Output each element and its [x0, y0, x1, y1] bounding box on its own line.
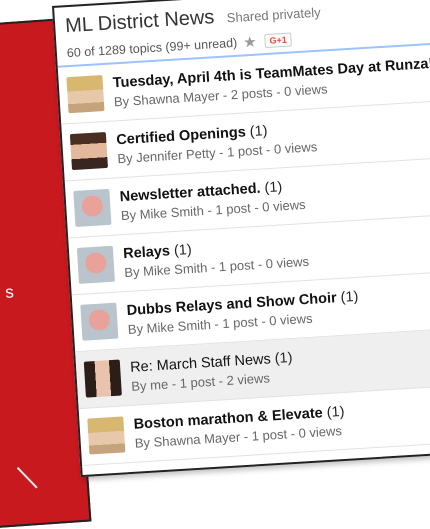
author-avatar[interactable]	[66, 75, 105, 114]
author-avatar[interactable]	[73, 188, 112, 227]
topic-text: Boston marathon & Elevate (1) By Shawna Ma…	[133, 404, 346, 451]
topic-post-count: (1)	[274, 349, 293, 368]
author-avatar[interactable]	[76, 245, 115, 284]
topic-post-count: (1)	[173, 241, 193, 259]
topic-post-count: (1)	[249, 123, 268, 141]
topic-text: Certified Openings (1) By Jennifer Petty -…	[116, 120, 318, 166]
topic-post-count: (1)	[264, 179, 283, 197]
background-card-text: s	[4, 282, 15, 302]
topic-text: Newsletter attached. (1) By Mike Smith - 1…	[119, 178, 306, 223]
topic-text: Re: March Staff News (1) By me - 1 post - …	[130, 350, 294, 394]
author-avatar[interactable]	[69, 131, 108, 171]
author-avatar[interactable]	[87, 416, 126, 455]
author-avatar[interactable]	[80, 302, 119, 341]
star-icon[interactable]: ★	[243, 33, 257, 52]
sharing-status: Shared privately	[226, 4, 322, 26]
background-card-decoration	[16, 467, 38, 489]
group-title[interactable]: ML District News	[65, 6, 215, 37]
topic-subject[interactable]: Relays	[123, 243, 171, 262]
topic-text: Tuesday, April 4th is TeamMates Day at R…	[112, 56, 430, 110]
topic-text: Dubbs Relays and Show Choir (1) By Mike Sm…	[126, 289, 360, 337]
group-topic-panel: ML District News Shared privately 60 of …	[52, 0, 430, 478]
topic-list: Tuesday, April 4th is TeamMates Day at R…	[57, 43, 430, 467]
topic-post-count: (1)	[340, 288, 359, 306]
topic-post-count: (1)	[326, 403, 345, 421]
author-avatar[interactable]	[83, 359, 122, 398]
gplus-button[interactable]: G+1	[264, 32, 293, 49]
topic-text: Relays (1) By Mike Smith - 1 post - 0 view…	[123, 235, 310, 280]
